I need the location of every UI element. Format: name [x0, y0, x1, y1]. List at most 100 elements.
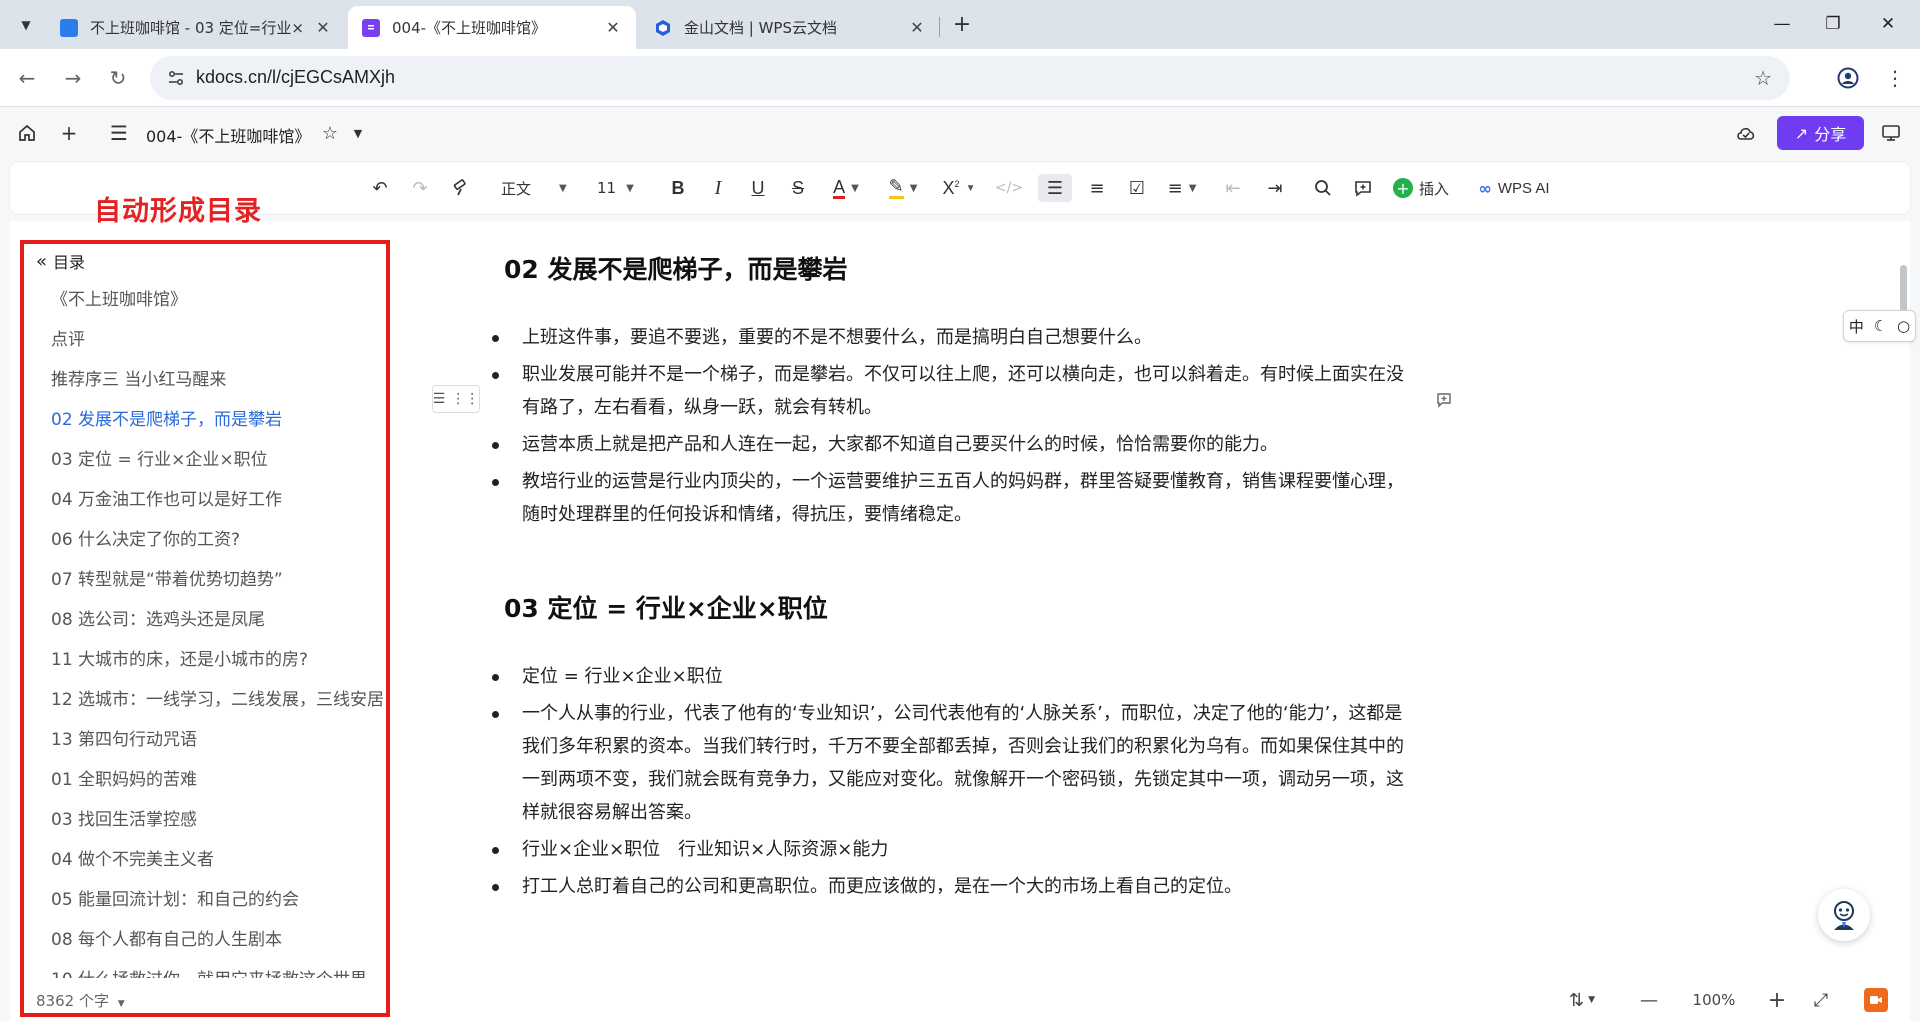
add-comment-icon[interactable] — [1348, 174, 1378, 202]
toc-header[interactable]: « 目录 — [36, 249, 85, 273]
block-handle[interactable]: ☰ ⋮⋮ — [432, 385, 480, 413]
browser-tab-2[interactable]: 004-《不上班咖啡馆》 ✕ — [348, 6, 636, 49]
bullet-item[interactable]: 运营本质上就是把产品和人连在一起，大家都不知道自己要买什么的时候，恰恰需要你的能… — [492, 428, 1404, 461]
bullet-item[interactable]: 行业×企业×职位 行业知识×人际资源×能力 — [492, 833, 1404, 866]
tab-search-chevron-icon[interactable]: ▼ — [12, 11, 40, 39]
zoom-level[interactable]: 100% — [1684, 985, 1744, 1015]
back-arrow-icon[interactable]: ← — [12, 63, 42, 93]
browser-tab-1[interactable]: 不上班咖啡馆 - 03 定位=行业× ✕ — [46, 6, 346, 49]
toc-item[interactable]: 03 找回生活掌控感 — [51, 800, 386, 840]
toc-item[interactable]: 08 每个人都有自己的人生剧本 — [51, 920, 386, 960]
superscript-button[interactable]: X2 ▼ — [938, 174, 980, 202]
toc-item[interactable]: 08 选公司：选鸡头还是凤尾 — [51, 600, 386, 640]
format-painter-icon[interactable] — [446, 174, 476, 202]
close-tab-icon[interactable]: ✕ — [604, 18, 622, 37]
chevron-down-icon: ▼ — [851, 182, 859, 194]
undo-icon[interactable]: ↶ — [365, 174, 395, 202]
align-button[interactable]: ≡ ▼ — [1160, 174, 1204, 202]
zoom-out-icon[interactable]: — — [1636, 985, 1662, 1015]
font-color-button[interactable]: A ▼ — [826, 174, 866, 202]
collapse-double-chevron-icon[interactable]: « — [36, 251, 47, 272]
toc-item[interactable]: 10 什么拯救过你，就用它来拯救这个世界 — [51, 960, 386, 978]
doc-menu-icon[interactable]: ☰ — [105, 119, 133, 147]
ime-settings-icon[interactable]: ○ — [1897, 317, 1910, 335]
document-favicon-icon — [362, 18, 380, 37]
cloud-saved-icon[interactable] — [1732, 119, 1760, 147]
browser-menu-icon[interactable]: ⋮ — [1880, 62, 1910, 94]
toc-item[interactable]: 03 定位 = 行业×企业×职位 — [51, 440, 386, 480]
toc-item[interactable]: 12 选城市：一线学习，二线发展，三线安居 — [51, 680, 386, 720]
scrollbar-thumb[interactable] — [1900, 265, 1907, 315]
toc-item[interactable]: 04 做个不完美主义者 — [51, 840, 386, 880]
bullet-item[interactable]: 打工人总盯着自己的公司和更高职位。而更应该做的，是在一个大的市场上看自己的定位。 — [492, 870, 1404, 903]
minimize-icon[interactable]: — — [1764, 8, 1800, 40]
view-mode-button[interactable]: ⇅ ▼ — [1560, 985, 1604, 1015]
toc-item[interactable]: 《不上班咖啡馆》 — [51, 280, 386, 320]
browser-tab-3[interactable]: 金山文档 | WPS云文档 ✕ — [640, 6, 940, 49]
font-size-select[interactable]: 11 ▼ — [597, 174, 643, 202]
insert-button[interactable]: + 插入 — [1388, 174, 1454, 202]
video-record-icon[interactable] — [1864, 988, 1888, 1012]
decrease-indent-icon[interactable]: ⇤ — [1218, 174, 1248, 202]
forward-arrow-icon[interactable]: → — [58, 63, 88, 93]
search-icon[interactable] — [1308, 174, 1338, 202]
bullet-item[interactable]: 一个人从事的行业，代表了他有的‘专业知识’，公司代表他有的‘人脉关系’，而职位，… — [492, 697, 1404, 829]
toc-item[interactable]: 05 能量回流计划：和自己的约会 — [51, 880, 386, 920]
moon-icon[interactable]: ☾ — [1874, 317, 1887, 335]
share-button[interactable]: ↗ 分享 — [1777, 116, 1864, 150]
toc-item[interactable]: 04 万金油工作也可以是好工作 — [51, 480, 386, 520]
close-tab-icon[interactable]: ✕ — [314, 18, 332, 37]
bullet-item[interactable]: 职业发展可能并不是一个梯子，而是攀岩。不仅可以往上爬，还可以横向走，也可以斜着走… — [492, 358, 1404, 424]
bullet-item[interactable]: 定位 = 行业×企业×职位 — [492, 660, 1404, 693]
ime-mode-label[interactable]: 中 — [1849, 316, 1864, 337]
bulleted-list-icon[interactable]: ☰ — [1038, 174, 1072, 202]
numbered-list-icon[interactable]: ≡ — [1082, 174, 1112, 202]
toc-item[interactable]: 06 什么决定了你的工资? — [51, 520, 386, 560]
fullscreen-icon[interactable]: ⤢ — [1808, 985, 1834, 1015]
favorite-star-icon[interactable]: ☆ — [316, 119, 344, 147]
increase-indent-icon[interactable]: ⇥ — [1260, 174, 1290, 202]
strikethrough-icon[interactable]: S — [784, 174, 812, 202]
new-tab-plus-icon[interactable]: + — [948, 10, 976, 38]
window-close-icon[interactable]: ✕ — [1870, 8, 1906, 40]
paragraph-style-select[interactable]: 正文 ▼ — [501, 174, 581, 202]
bookmark-star-icon[interactable]: ☆ — [1754, 66, 1772, 90]
highlight-button[interactable]: ✎ ▼ — [882, 174, 924, 202]
bullet-item[interactable]: 教培行业的运营是行业内顶尖的，一个运营要维护三五百人的妈妈群，群里答疑要懂教育，… — [492, 465, 1404, 531]
zoom-in-icon[interactable]: + — [1764, 985, 1790, 1015]
section-heading[interactable]: 02 发展不是爬梯子，而是攀岩 — [504, 250, 1404, 286]
toc-item[interactable]: 07 转型就是“带着优势切趋势” — [51, 560, 386, 600]
wps-ai-button[interactable]: ∞ WPS AI — [1472, 174, 1556, 202]
inline-comment-icon[interactable] — [1434, 390, 1454, 410]
italic-icon[interactable]: I — [704, 174, 732, 202]
toc-item[interactable]: 11 大城市的床，还是小城市的房? — [51, 640, 386, 680]
word-count[interactable]: 8362 个字 ▼ — [36, 990, 125, 1011]
redo-icon[interactable]: ↷ — [405, 174, 435, 202]
home-icon[interactable] — [13, 119, 41, 147]
toc-item[interactable]: 推荐序三 当小红马醒来 — [51, 360, 386, 400]
restore-icon[interactable]: ❐ — [1815, 8, 1851, 40]
underline-icon[interactable]: U — [744, 174, 772, 202]
toc-item[interactable]: 点评 — [51, 320, 386, 360]
new-document-plus-icon[interactable]: + — [55, 119, 83, 147]
present-screen-icon[interactable] — [1877, 119, 1905, 147]
url-text[interactable]: kdocs.cn/l/cjEGCsAMXjh — [196, 67, 395, 88]
ime-toolbar[interactable]: 中 ☾ ○ — [1843, 310, 1916, 342]
reload-icon[interactable]: ↻ — [103, 63, 133, 93]
profile-avatar-icon[interactable] — [1832, 62, 1864, 94]
toc-item[interactable]: 13 第四句行动咒语 — [51, 720, 386, 760]
omnibox[interactable]: kdocs.cn/l/cjEGCsAMXjh ☆ — [150, 56, 1790, 100]
kdocs-favicon-icon — [60, 18, 78, 37]
toc-item[interactable]: 01 全职妈妈的苦难 — [51, 760, 386, 800]
assistant-avatar-icon[interactable] — [1818, 889, 1870, 941]
document-title[interactable]: 004-《不上班咖啡馆》 — [146, 123, 310, 147]
title-chevron-down-icon[interactable]: ▼ — [344, 119, 372, 147]
bullet-item[interactable]: 上班这件事，要追不要逃，重要的不是不想要什么，而是搞明白自己想要什么。 — [492, 321, 1404, 354]
site-settings-icon[interactable] — [166, 68, 186, 88]
toc-item[interactable]: 02 发展不是爬梯子，而是攀岩 — [51, 400, 386, 440]
checklist-icon[interactable]: ☑ — [1122, 174, 1152, 202]
code-icon[interactable]: </> — [994, 174, 1024, 202]
bold-icon[interactable]: B — [664, 174, 692, 202]
close-tab-icon[interactable]: ✕ — [908, 18, 926, 37]
section-heading[interactable]: 03 定位 = 行业×企业×职位 — [504, 589, 1404, 625]
